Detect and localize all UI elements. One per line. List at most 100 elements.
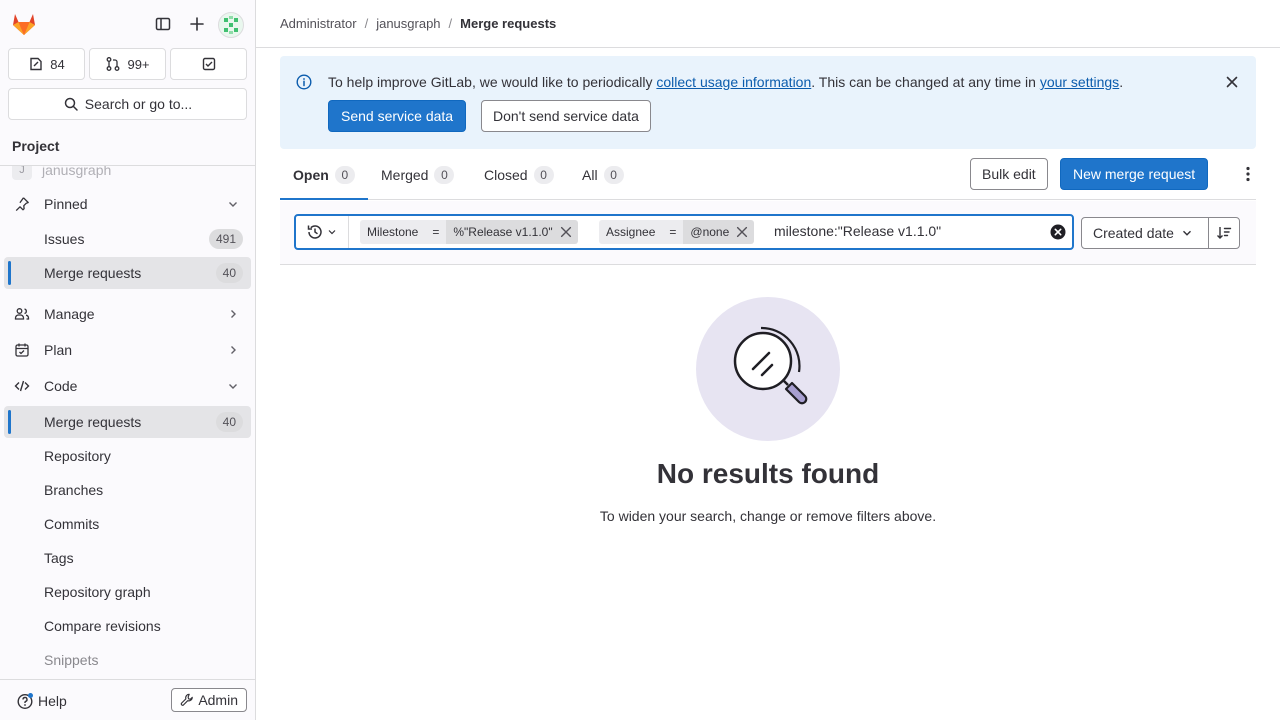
project-avatar: J [12, 166, 32, 180]
dont-send-service-data-button[interactable]: Don't send service data [481, 100, 651, 132]
sidebar-item-plan[interactable]: Plan [4, 334, 251, 366]
filtered-search-input[interactable]: Milestone = %"Release v1.1.0" Assignee =… [294, 214, 1074, 250]
tab-closed[interactable]: Closed 0 [471, 150, 567, 199]
sidebar-item-label: Tags [44, 550, 74, 566]
tab-open[interactable]: Open 0 [280, 150, 368, 200]
code-icon [14, 378, 30, 394]
send-service-data-button[interactable]: Send service data [328, 100, 467, 132]
section-title: Project [12, 138, 60, 154]
project-link[interactable]: J janusgraph [12, 166, 111, 180]
sidebar-item-tags[interactable]: Tags [4, 542, 251, 574]
filter-token-assignee[interactable]: Assignee = @none [599, 220, 755, 244]
recent-searches-button[interactable] [296, 216, 349, 248]
bulk-edit-button[interactable]: Bulk edit [970, 158, 1048, 190]
tab-merged[interactable]: Merged 0 [368, 150, 467, 199]
plus-icon[interactable] [185, 12, 209, 36]
tab-label: Merged [381, 166, 429, 183]
breadcrumb-separator: / [364, 16, 369, 31]
todos-button[interactable] [170, 48, 247, 80]
breadcrumb-item[interactable]: janusgraph [376, 16, 440, 31]
breadcrumb-current[interactable]: Merge requests [460, 16, 556, 31]
sidebar-nav[interactable]: J janusgraph Pinned Issues 491 Merge req… [0, 166, 255, 678]
merge-requests-count-button[interactable]: 99+ [89, 48, 166, 80]
merge-requests-count: 99+ [127, 56, 150, 72]
tab-count: 0 [533, 165, 554, 184]
clear-search-icon[interactable] [1050, 224, 1066, 240]
filter-bar: Milestone = %"Release v1.1.0" Assignee =… [280, 201, 1256, 265]
sidebar-item-repository-graph[interactable]: Repository graph [4, 576, 251, 608]
sidebar-item-label: Branches [44, 482, 104, 498]
sidebar-footer: Help Admin [0, 679, 255, 720]
sort-label: Created date [1093, 225, 1174, 241]
chevron-down-icon [225, 196, 241, 212]
sidebar-item-label: Merge requests [44, 265, 142, 281]
close-icon[interactable] [1224, 74, 1240, 90]
sidebar-item-snippets[interactable]: Snippets [4, 644, 251, 676]
sidebar-item-pinned[interactable]: Pinned [4, 188, 251, 220]
issues-count-button[interactable]: 84 [8, 48, 85, 80]
usage-ping-alert: To help improve GitLab, we would like to… [280, 56, 1256, 149]
sidebar-item-merge-requests-pinned[interactable]: Merge requests 40 [4, 257, 251, 289]
planning-icon [14, 342, 30, 358]
sidebar-item-compare-revisions[interactable]: Compare revisions [4, 610, 251, 642]
project-name: janusgraph [42, 166, 112, 178]
information-icon [296, 74, 312, 90]
filter-text-input[interactable]: milestone:"Release v1.1.0" [774, 223, 941, 239]
chevron-down-icon [225, 378, 241, 394]
sidebar-item-manage[interactable]: Manage [4, 298, 251, 330]
user-avatar[interactable] [218, 12, 244, 38]
tab-all[interactable]: All 0 [569, 150, 637, 199]
wrench-icon [180, 693, 194, 707]
count-badge: 40 [215, 263, 243, 283]
count-badge: 491 [208, 229, 243, 249]
sidebar-item-issues[interactable]: Issues 491 [4, 223, 251, 255]
sidebar-item-label: Merge requests [44, 414, 142, 430]
more-actions-icon[interactable] [1240, 166, 1256, 182]
filter-token-milestone[interactable]: Milestone = %"Release v1.1.0" [360, 220, 578, 244]
sidebar-header [0, 0, 255, 48]
sidebar-toggle-icon[interactable] [151, 12, 175, 36]
token-key: Assignee [599, 220, 663, 244]
token-operator: = [662, 220, 684, 244]
settings-link[interactable]: your settings [1040, 74, 1119, 90]
breadcrumb-separator: / [448, 16, 453, 31]
search-label: Search or go to... [84, 96, 193, 112]
todo-check-icon [201, 56, 217, 72]
admin-button[interactable]: Admin [171, 688, 247, 712]
gitlab-logo-icon[interactable] [10, 10, 38, 38]
sort-direction-button[interactable] [1208, 217, 1240, 249]
empty-state-title: No results found [656, 458, 880, 489]
token-value-text: %"Release v1.1.0" [453, 225, 553, 239]
collect-usage-link[interactable]: collect usage information [656, 74, 811, 90]
sidebar-item-commits[interactable]: Commits [4, 508, 251, 540]
users-icon [14, 306, 30, 322]
sidebar-item-branches[interactable]: Branches [4, 474, 251, 506]
issues-count: 84 [50, 56, 65, 72]
search-button[interactable]: Search or go to... [8, 88, 247, 120]
sidebar-item-label: Issues [44, 231, 85, 247]
sidebar-item-label: Commits [44, 516, 100, 532]
tab-count: 0 [603, 165, 624, 184]
alert-text: . [1119, 74, 1124, 90]
sidebar-item-merge-requests[interactable]: Merge requests 40 [4, 406, 251, 438]
token-operator: = [425, 220, 447, 244]
help-button[interactable]: Help [16, 692, 67, 710]
sidebar-item-label: Compare revisions [44, 618, 161, 634]
chevron-right-icon [225, 306, 241, 322]
alert-text: To help improve GitLab, we would like to… [328, 74, 657, 90]
sort-dropdown[interactable]: Created date [1081, 217, 1209, 249]
question-icon [16, 692, 34, 710]
tab-label: Open [293, 166, 329, 183]
breadcrumb-item[interactable]: Administrator [280, 16, 357, 31]
chevron-down-icon [326, 226, 338, 238]
sidebar-item-code[interactable]: Code [4, 370, 251, 402]
close-icon[interactable] [559, 225, 573, 239]
sidebar-item-repository[interactable]: Repository [4, 440, 251, 472]
new-merge-request-button[interactable]: New merge request [1060, 158, 1209, 190]
search-icon [63, 96, 79, 112]
chevron-down-icon [1180, 226, 1194, 240]
token-key: Milestone [360, 220, 426, 244]
chevron-right-icon [225, 342, 241, 358]
token-value: %"Release v1.1.0" [446, 220, 578, 244]
close-icon[interactable] [735, 225, 749, 239]
